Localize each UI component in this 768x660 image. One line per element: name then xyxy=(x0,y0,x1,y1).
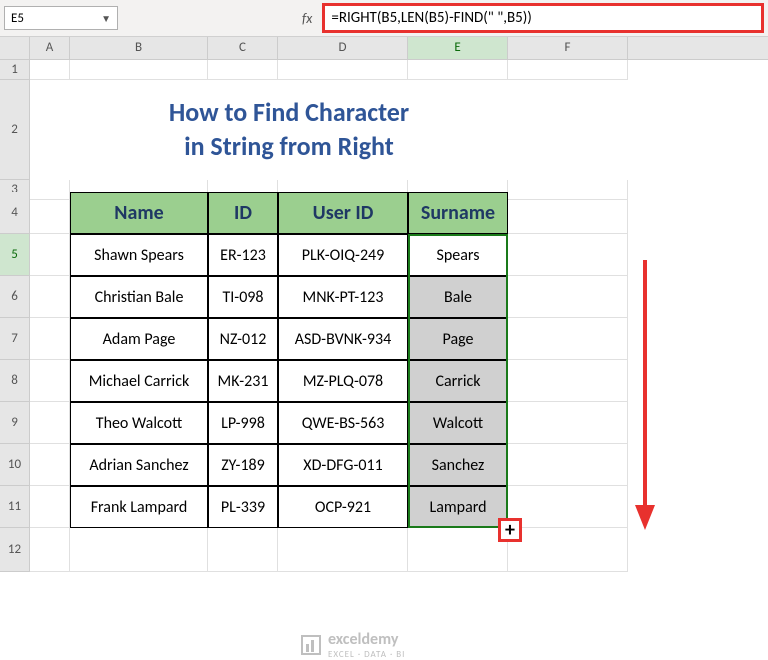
row-header[interactable]: 2 xyxy=(0,80,30,180)
row-header[interactable]: 11 xyxy=(0,486,30,528)
cell-name[interactable]: Michael Carrick xyxy=(70,360,208,402)
cell[interactable] xyxy=(208,528,278,572)
cell[interactable] xyxy=(30,402,70,444)
cell[interactable] xyxy=(508,192,628,234)
fill-handle[interactable]: + xyxy=(498,518,522,542)
select-all-corner[interactable] xyxy=(0,37,30,59)
row-header[interactable]: 4 xyxy=(0,192,30,234)
cell-name[interactable]: Theo Walcott xyxy=(70,402,208,444)
cell[interactable] xyxy=(278,528,408,572)
cell-name[interactable]: Adrian Sanchez xyxy=(70,444,208,486)
cell[interactable] xyxy=(408,60,508,80)
header-id[interactable]: ID xyxy=(208,192,278,234)
row-header[interactable]: 6 xyxy=(0,276,30,318)
col-header-a[interactable]: A xyxy=(30,37,70,59)
cell-name[interactable]: Frank Lampard xyxy=(70,486,208,528)
column-headers: A B C D E F xyxy=(0,37,768,60)
cell-id[interactable]: LP-998 xyxy=(208,402,278,444)
cell[interactable] xyxy=(508,60,628,80)
cell-surname[interactable]: Lampard xyxy=(408,486,508,528)
cell-surname[interactable]: Walcott xyxy=(408,402,508,444)
cell[interactable] xyxy=(30,444,70,486)
cell-surname[interactable]: Sanchez xyxy=(408,444,508,486)
cell-id[interactable]: MK-231 xyxy=(208,360,278,402)
cell[interactable] xyxy=(30,234,70,276)
cell[interactable] xyxy=(30,486,70,528)
cell[interactable] xyxy=(208,60,278,80)
cell[interactable] xyxy=(508,486,628,528)
cell-surname[interactable]: Page xyxy=(408,318,508,360)
cell[interactable] xyxy=(508,360,628,402)
watermark: exceldemy EXCEL · DATA · BI xyxy=(300,630,405,660)
formula-toolbar: E5 ▼ fx =RIGHT(B5,LEN(B5)-FIND(" ",B5)) xyxy=(0,0,768,37)
row-header[interactable]: 9 xyxy=(0,402,30,444)
cell-name[interactable]: Christian Bale xyxy=(70,276,208,318)
row-header[interactable]: 8 xyxy=(0,360,30,402)
cell-userid[interactable]: MZ-PLQ-078 xyxy=(278,360,408,402)
col-header-c[interactable]: C xyxy=(208,37,278,59)
cell[interactable] xyxy=(508,234,628,276)
cell[interactable] xyxy=(408,528,508,572)
cell-userid[interactable]: ASD-BVNK-934 xyxy=(278,318,408,360)
row-header[interactable]: 5 xyxy=(0,234,30,276)
cell-name[interactable]: Adam Page xyxy=(70,318,208,360)
worksheet: A B C D E F 1 2 How to Find Character in… xyxy=(0,37,768,572)
watermark-brand: exceldemy xyxy=(328,630,398,649)
cell-name[interactable]: Shawn Spears xyxy=(70,234,208,276)
cell-userid[interactable]: MNK-PT-123 xyxy=(278,276,408,318)
name-box-value: E5 xyxy=(11,11,24,26)
cell-id[interactable]: TI-098 xyxy=(208,276,278,318)
cell-id[interactable]: PL-339 xyxy=(208,486,278,528)
cell-surname[interactable]: Spears xyxy=(408,234,508,276)
cell[interactable] xyxy=(70,60,208,80)
cell[interactable] xyxy=(278,60,408,80)
cell[interactable] xyxy=(30,528,70,572)
col-header-e[interactable]: E xyxy=(408,37,508,59)
cell-userid[interactable]: OCP-921 xyxy=(278,486,408,528)
header-userid[interactable]: User ID xyxy=(278,192,408,234)
chevron-down-icon[interactable]: ▼ xyxy=(101,12,111,25)
col-header-b[interactable]: B xyxy=(70,37,208,59)
cell-id[interactable]: ZY-189 xyxy=(208,444,278,486)
cell[interactable] xyxy=(508,528,628,572)
row-header[interactable]: 1 xyxy=(0,60,30,80)
watermark-tag: EXCEL · DATA · BI xyxy=(328,649,405,660)
col-header-f[interactable]: F xyxy=(508,37,628,59)
header-name[interactable]: Name xyxy=(70,192,208,234)
cell[interactable] xyxy=(30,192,70,234)
cell[interactable] xyxy=(508,402,628,444)
cell[interactable] xyxy=(30,318,70,360)
cell-userid[interactable]: XD-DFG-011 xyxy=(278,444,408,486)
formula-text: =RIGHT(B5,LEN(B5)-FIND(" ",B5)) xyxy=(331,9,531,27)
cell[interactable] xyxy=(508,318,628,360)
cell[interactable] xyxy=(508,80,628,180)
col-header-d[interactable]: D xyxy=(278,37,408,59)
name-box[interactable]: E5 ▼ xyxy=(4,6,118,30)
logo-icon xyxy=(300,634,322,656)
cell[interactable] xyxy=(30,360,70,402)
row-header[interactable]: 10 xyxy=(0,444,30,486)
cell-surname[interactable]: Carrick xyxy=(408,360,508,402)
row-header[interactable]: 12 xyxy=(0,528,30,572)
title-merged-cell[interactable]: How to Find Character in String from Rig… xyxy=(70,80,508,180)
header-surname[interactable]: Surname xyxy=(408,192,508,234)
cell[interactable] xyxy=(70,528,208,572)
title-line2: in String from Right xyxy=(184,130,394,164)
annotation-arrow-down xyxy=(630,260,660,540)
cell-id[interactable]: ER-123 xyxy=(208,234,278,276)
formula-bar[interactable]: =RIGHT(B5,LEN(B5)-FIND(" ",B5)) xyxy=(322,3,764,33)
cell-userid[interactable]: QWE-BS-563 xyxy=(278,402,408,444)
cell-surname[interactable]: Bale xyxy=(408,276,508,318)
cell[interactable] xyxy=(508,444,628,486)
title-line1: How to Find Character xyxy=(169,96,409,130)
row-header[interactable]: 7 xyxy=(0,318,30,360)
cell[interactable] xyxy=(30,80,70,180)
fx-icon[interactable]: fx xyxy=(302,10,312,27)
cell[interactable] xyxy=(30,276,70,318)
cell[interactable] xyxy=(30,60,70,80)
cell-id[interactable]: NZ-012 xyxy=(208,318,278,360)
cell[interactable] xyxy=(508,276,628,318)
cell-userid[interactable]: PLK-OIQ-249 xyxy=(278,234,408,276)
